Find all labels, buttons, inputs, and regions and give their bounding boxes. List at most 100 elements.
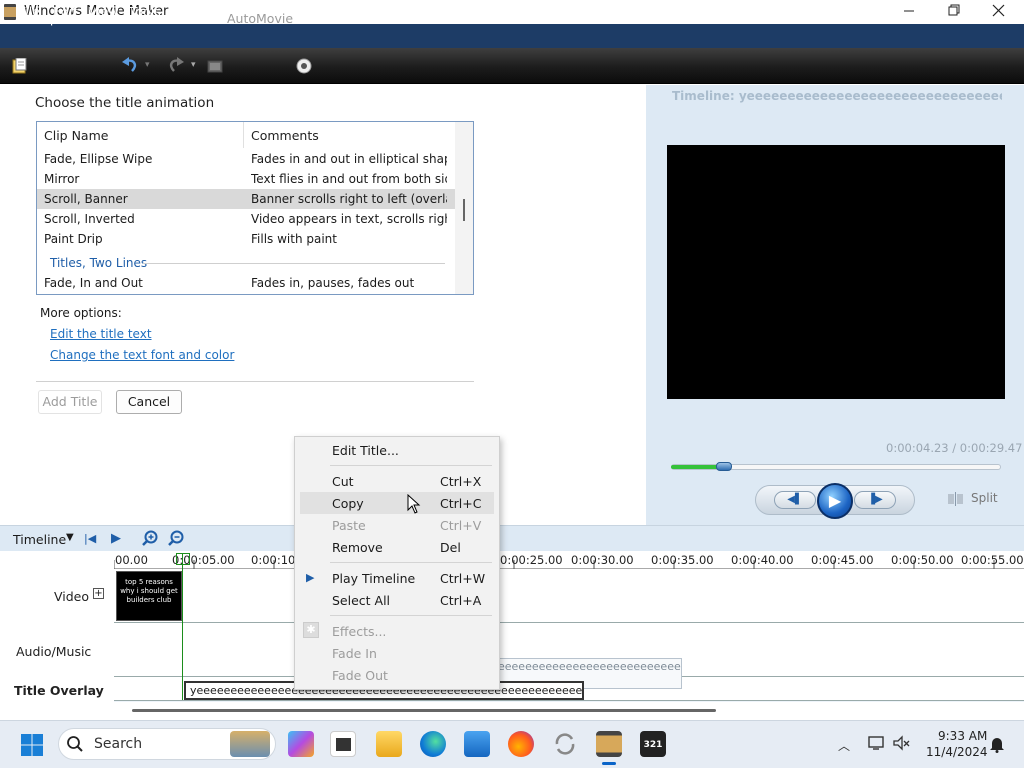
list-item[interactable]: Mirror Text flies in and out from both s…	[37, 169, 455, 189]
file-explorer-icon[interactable]	[376, 731, 402, 757]
menu-item-copy[interactable]: Copy Ctrl+C	[300, 492, 494, 514]
playhead-marker[interactable]	[176, 553, 190, 565]
ruler-tick-label: 0:00:50.00	[891, 553, 954, 567]
time-readout: 0:00:04.23 / 0:00:29.47	[886, 441, 1023, 455]
audio-track-label: Audio/Music	[16, 644, 92, 659]
menu-item-select-all[interactable]: Select All Ctrl+A	[300, 589, 494, 611]
title-animation-list[interactable]: Clip Name Comments Fade, Ellipse Wipe Fa…	[36, 121, 474, 295]
menu-bar	[0, 24, 1024, 48]
chevron-down-icon[interactable]: ▼	[66, 532, 74, 543]
notification-bell-icon[interactable]	[988, 735, 1006, 753]
list-item[interactable]: Paint Drip Fills with paint	[37, 229, 455, 249]
group-header: Titles, Two Lines	[50, 256, 148, 270]
automovie-icon	[207, 58, 223, 74]
movie-maker-app-icon	[4, 4, 16, 20]
ruler-tick-label: 0:00:25.00	[500, 553, 563, 567]
close-icon	[992, 4, 1005, 17]
firefox-icon[interactable]	[508, 731, 534, 757]
timeline-scrollbar-thumb[interactable]	[132, 709, 716, 712]
expand-icon[interactable]: +	[93, 588, 104, 599]
minimize-button[interactable]	[886, 0, 932, 24]
edit-title-text-link[interactable]: Edit the title text	[50, 327, 152, 341]
video-clip[interactable]: top 5 reasons why i should get builders …	[116, 571, 182, 621]
menu-clip[interactable]: Clip	[173, 4, 197, 19]
mouse-cursor-icon	[407, 494, 421, 514]
list-item[interactable]: Fade, In and Out Fades in, pauses, fades…	[37, 273, 455, 293]
list-scrollbar-thumb[interactable]	[463, 199, 465, 221]
list-item-selected[interactable]: Scroll, Banner Banner scrolls right to l…	[37, 189, 455, 209]
menu-item-cut[interactable]: Cut Ctrl+X	[300, 470, 494, 492]
menu-item-effects[interactable]: ✱ Effects...	[300, 620, 494, 642]
menu-item-remove[interactable]: Remove Del	[300, 536, 494, 558]
network-icon[interactable]	[868, 735, 886, 751]
movie-maker-taskbar-icon[interactable]	[596, 731, 622, 757]
undo-icon	[122, 57, 137, 72]
timeline-view-dropdown[interactable]: Timeline	[13, 532, 66, 547]
menu-separator	[330, 615, 492, 616]
minimize-icon	[904, 10, 914, 12]
previous-frame-button[interactable]: ◀▌	[774, 491, 816, 509]
terminal-icon[interactable]	[330, 731, 356, 757]
undo-dropdown-icon[interactable]: ▾	[145, 60, 150, 70]
effects-icon: ✱	[303, 622, 319, 638]
close-button[interactable]	[976, 0, 1022, 24]
list-item[interactable]: Scroll, Inverted Video appears in text, …	[37, 209, 455, 229]
column-header-clip-name[interactable]: Clip Name	[44, 128, 108, 143]
store-icon[interactable]	[464, 731, 490, 757]
previous-frame-icon: ◀▌	[787, 494, 803, 505]
video-track-label: Video	[54, 589, 90, 604]
rewind-icon[interactable]: |◀	[84, 532, 96, 545]
column-header-comments[interactable]: Comments	[251, 128, 319, 143]
preview-monitor	[667, 145, 1005, 399]
countdown-app-icon[interactable]: 321	[640, 731, 666, 757]
next-frame-button[interactable]: ▐▶	[854, 491, 896, 509]
clock-date[interactable]: 11/4/2024	[926, 745, 988, 759]
zoom-out-icon[interactable]	[168, 530, 184, 546]
play-icon: ▶	[828, 491, 842, 510]
search-icon	[67, 736, 83, 752]
redo-icon	[169, 57, 184, 72]
edge-icon[interactable]	[420, 731, 446, 757]
clock-time[interactable]: 9:33 AM	[938, 729, 987, 743]
menu-item-play-timeline[interactable]: ▶ Play Timeline Ctrl+W	[300, 567, 494, 589]
publish-movie-button[interactable]: Publish Movie	[317, 11, 403, 26]
search-placeholder: Search	[94, 736, 143, 752]
import-media-icon	[12, 57, 28, 74]
group-divider	[143, 263, 445, 264]
menu-item-fade-in[interactable]: Fade In	[300, 642, 494, 664]
search-highlight-icon	[230, 731, 270, 757]
import-media-button[interactable]: Import Media	[34, 11, 117, 26]
sync-icon[interactable]	[552, 731, 578, 757]
menu-item-edit-title[interactable]: Edit Title...	[300, 439, 494, 461]
chevron-up-icon[interactable]: ︿	[838, 737, 850, 754]
automovie-button[interactable]: AutoMovie	[227, 11, 293, 26]
pane-divider	[36, 381, 474, 382]
maximize-button[interactable]	[931, 0, 977, 24]
next-frame-icon: ▐▶	[867, 494, 883, 505]
seek-bar-thumb[interactable]	[716, 462, 732, 471]
redo-dropdown-icon[interactable]: ▾	[191, 60, 196, 70]
cancel-button[interactable]: Cancel	[116, 390, 182, 414]
menu-item-fade-out[interactable]: Fade Out	[300, 664, 494, 686]
play-icon: ▶	[306, 571, 315, 584]
zoom-in-icon[interactable]	[142, 530, 158, 546]
play-button[interactable]: ▶	[817, 483, 853, 519]
split-button[interactable]: Split	[971, 491, 998, 505]
list-item[interactable]: Fade, Ellipse Wipe Fades in and out in e…	[37, 149, 455, 169]
column-separator[interactable]	[243, 122, 244, 148]
redo-button[interactable]	[166, 57, 186, 75]
menu-tools[interactable]: Tools	[130, 4, 161, 19]
menu-item-paste[interactable]: Paste Ctrl+V	[300, 514, 494, 536]
add-title-button[interactable]: Add Title	[38, 390, 102, 414]
play-timeline-icon[interactable]: ▶	[111, 531, 121, 546]
volume-muted-icon[interactable]	[892, 735, 910, 751]
copilot-icon[interactable]	[288, 731, 314, 757]
windows-start-icon[interactable]	[20, 733, 44, 757]
active-app-indicator	[602, 762, 616, 765]
pane-heading: Choose the title animation	[35, 95, 215, 111]
video-track[interactable]	[114, 569, 1024, 623]
ruler-tick-label: 0:00:40.00	[731, 553, 794, 567]
undo-button[interactable]	[120, 57, 140, 75]
change-font-color-link[interactable]: Change the text font and color	[50, 348, 234, 362]
playhead[interactable]	[182, 554, 183, 700]
